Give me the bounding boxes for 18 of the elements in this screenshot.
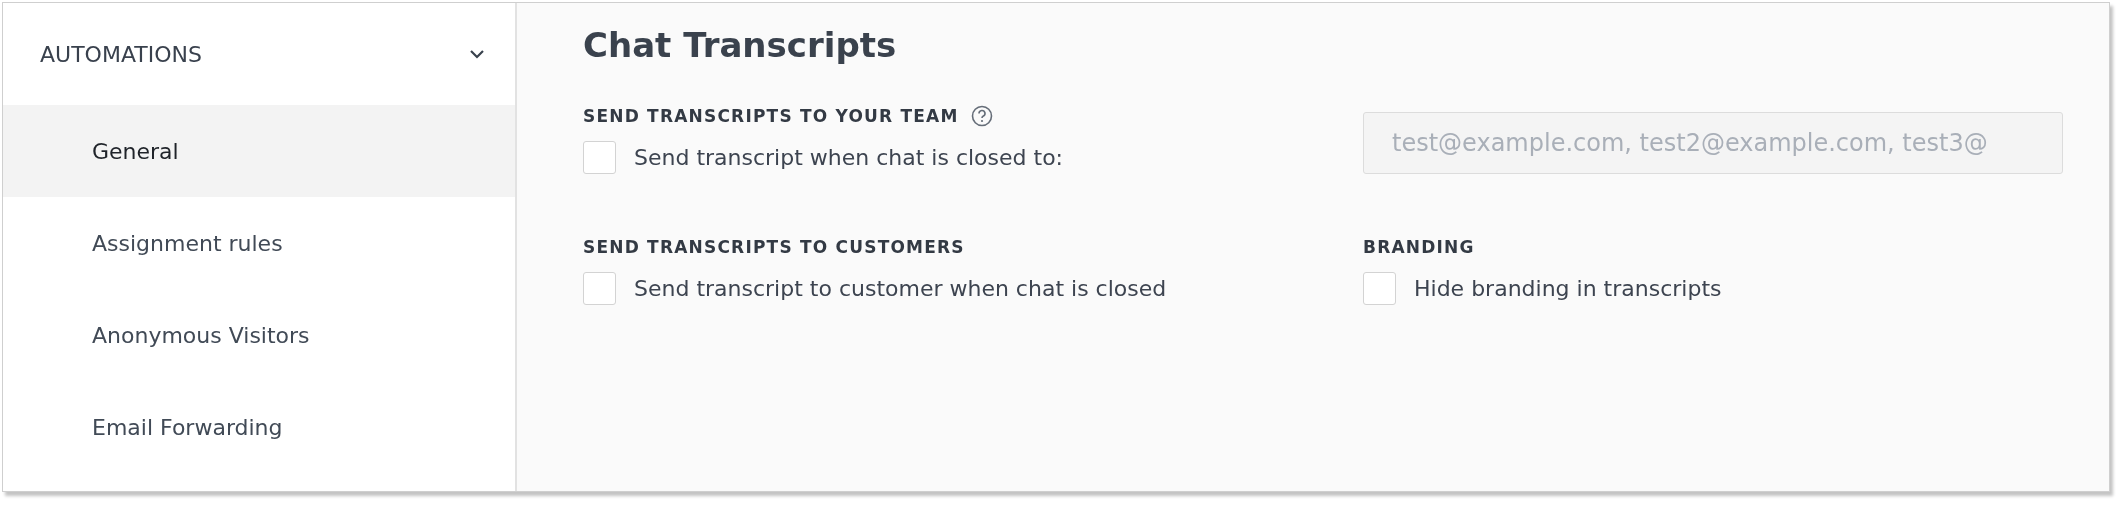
sidebar-item[interactable]: General	[3, 105, 515, 197]
sidebar-item[interactable]: Assignment rules	[3, 197, 515, 289]
sidebar-item[interactable]: Email Forwarding	[3, 381, 515, 473]
checkbox-label[interactable]: Send transcript to customer when chat is closed	[634, 276, 1167, 301]
checkbox[interactable]	[1363, 272, 1396, 305]
help-icon[interactable]	[970, 105, 993, 127]
section-heading: SEND TRANSCRIPTS TO CUSTOMERS	[583, 237, 965, 257]
chevron-icon[interactable]	[469, 49, 485, 59]
sidebar-item[interactable]: Anonymous Visitors	[3, 289, 515, 381]
checkbox[interactable]	[583, 272, 616, 305]
checkbox[interactable]	[583, 141, 616, 174]
section-heading: BRANDING	[1363, 237, 1475, 257]
section-heading: SEND TRANSCRIPTS TO YOUR TEAM	[583, 106, 959, 126]
checkbox-label[interactable]: Hide branding in transcripts	[1414, 276, 1722, 301]
email-field[interactable]: test@example.com, test2@example.com, test3@	[1363, 112, 2063, 174]
section-header[interactable]: AUTOMATIONS	[40, 41, 202, 67]
checkbox-label[interactable]: Send transcript when chat is closed to:	[634, 145, 1064, 170]
page-title: Chat Transcripts	[583, 25, 897, 65]
